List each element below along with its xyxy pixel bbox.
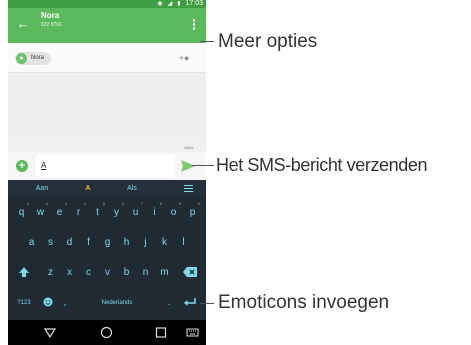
shift-key-icon[interactable] [13, 257, 35, 287]
key-label: u [132, 207, 139, 218]
message-thread [8, 73, 206, 143]
key-n[interactable]: n [136, 257, 155, 287]
symbols-key[interactable]: ?123 [12, 287, 36, 317]
key-row-1: q1w2e3r4t5y6u7i8o9p0 [8, 197, 206, 227]
key-p[interactable]: p0 [183, 197, 202, 227]
key-t[interactable]: t5 [88, 197, 107, 227]
callout-line [200, 41, 214, 42]
key-label: y [114, 207, 119, 218]
key-f[interactable]: f [79, 227, 98, 257]
key-number-hint: 5 [102, 201, 105, 206]
key-u[interactable]: u7 [126, 197, 145, 227]
key-e[interactable]: e3 [50, 197, 69, 227]
key-row-2: asdfghjkl [8, 227, 206, 257]
suggestion-item[interactable]: A [68, 180, 108, 197]
back-nav-icon[interactable] [44, 326, 56, 339]
period-key[interactable]: . [162, 287, 176, 317]
key-b[interactable]: b [117, 257, 136, 287]
key-label: r [76, 207, 81, 218]
callout-more-options: Meer opties [218, 31, 318, 52]
key-w[interactable]: w2 [31, 197, 50, 227]
key-v[interactable]: v [98, 257, 117, 287]
key-label: o [170, 207, 177, 218]
person-icon: ● [16, 53, 27, 64]
key-h[interactable]: h [117, 227, 136, 257]
more-options-icon[interactable] [191, 19, 197, 33]
key-m[interactable]: m [155, 257, 174, 287]
key-r[interactable]: r4 [69, 197, 88, 227]
recipient-chip[interactable]: ● Nora [15, 52, 52, 65]
key-row-3: zxcvbnm [8, 257, 206, 287]
back-arrow-icon[interactable]: ← [16, 17, 30, 31]
insert-attachment-icon[interactable]: + [16, 160, 28, 172]
suggestion-menu-icon[interactable] [184, 185, 193, 192]
key-number-hint: 3 [64, 201, 67, 206]
space-key[interactable]: Nederlands [74, 287, 160, 317]
app-bar: ← Nora 822 8766 [8, 8, 206, 43]
key-c[interactable]: c [79, 257, 98, 287]
phone-screen: ◉ ◢ ▮ 17:03 ← Nora 822 8766 ● Nora +● 16… [8, 0, 206, 345]
message-input[interactable]: A [36, 155, 174, 177]
key-label: p [189, 207, 196, 218]
enter-key-icon[interactable] [178, 287, 202, 317]
key-label: q [18, 207, 25, 218]
suggestion-item[interactable]: Aan [22, 180, 62, 197]
key-y[interactable]: y6 [107, 197, 126, 227]
key-number-hint: 7 [140, 201, 143, 206]
comma-key[interactable]: , [58, 287, 72, 317]
recipient-row: ● Nora +● [8, 43, 206, 73]
home-nav-icon[interactable] [100, 326, 113, 339]
suggestion-item[interactable]: Als [112, 180, 152, 197]
compose-bar: + A [8, 152, 206, 180]
keyboard: Aan A Als q1w2e3r4t5y6u7i8o9p0 asdfghjkl… [8, 180, 206, 320]
contact-name: Nora [41, 11, 60, 20]
recipient-name: Nora [31, 55, 45, 61]
key-row-4: ?123 , Nederlands . [8, 287, 206, 317]
status-time: 17:03 [185, 0, 203, 7]
character-counter: 160/1 [184, 145, 195, 150]
key-a[interactable]: a [22, 227, 41, 257]
key-i[interactable]: i8 [145, 197, 164, 227]
key-number-hint: 0 [197, 201, 200, 206]
key-s[interactable]: s [41, 227, 60, 257]
key-label: i [153, 207, 156, 218]
suggestion-bar: Aan A Als [8, 180, 206, 197]
key-q[interactable]: q1 [12, 197, 31, 227]
contact-number: 822 8766 [41, 22, 62, 28]
battery-icon: ▮ [177, 1, 181, 7]
key-number-hint: 1 [26, 201, 29, 206]
key-z[interactable]: z [41, 257, 60, 287]
send-icon[interactable] [180, 159, 196, 173]
key-x[interactable]: x [60, 257, 79, 287]
key-g[interactable]: g [98, 227, 117, 257]
key-label: t [96, 207, 99, 218]
key-k[interactable]: k [155, 227, 174, 257]
key-number-hint: 6 [121, 201, 124, 206]
navigation-bar [8, 320, 206, 345]
add-contact-icon[interactable]: +● [177, 52, 191, 64]
backspace-key-icon[interactable] [178, 257, 202, 287]
signal-icon: ◢ [167, 1, 173, 7]
key-d[interactable]: d [60, 227, 79, 257]
nfc-icon: ◉ [157, 1, 163, 7]
key-number-hint: 9 [178, 201, 181, 206]
callout-line [192, 165, 214, 166]
callout-send-sms: Het SMS-bericht verzenden [216, 155, 428, 175]
key-number-hint: 4 [83, 201, 86, 206]
key-number-hint: 2 [45, 201, 48, 206]
callout-insert-emoticons: Emoticons invoegen [218, 292, 390, 313]
status-bar: ◉ ◢ ▮ 17:03 [8, 0, 206, 8]
key-l[interactable]: l [174, 227, 193, 257]
key-label: w [36, 207, 45, 218]
keyboard-switch-icon[interactable] [186, 326, 199, 339]
recents-nav-icon[interactable] [155, 326, 167, 339]
key-o[interactable]: o9 [164, 197, 183, 227]
key-j[interactable]: j [136, 227, 155, 257]
key-number-hint: 8 [159, 201, 162, 206]
callout-line [200, 303, 214, 304]
emoticon-key-icon[interactable] [39, 287, 57, 317]
key-label: e [56, 207, 63, 218]
